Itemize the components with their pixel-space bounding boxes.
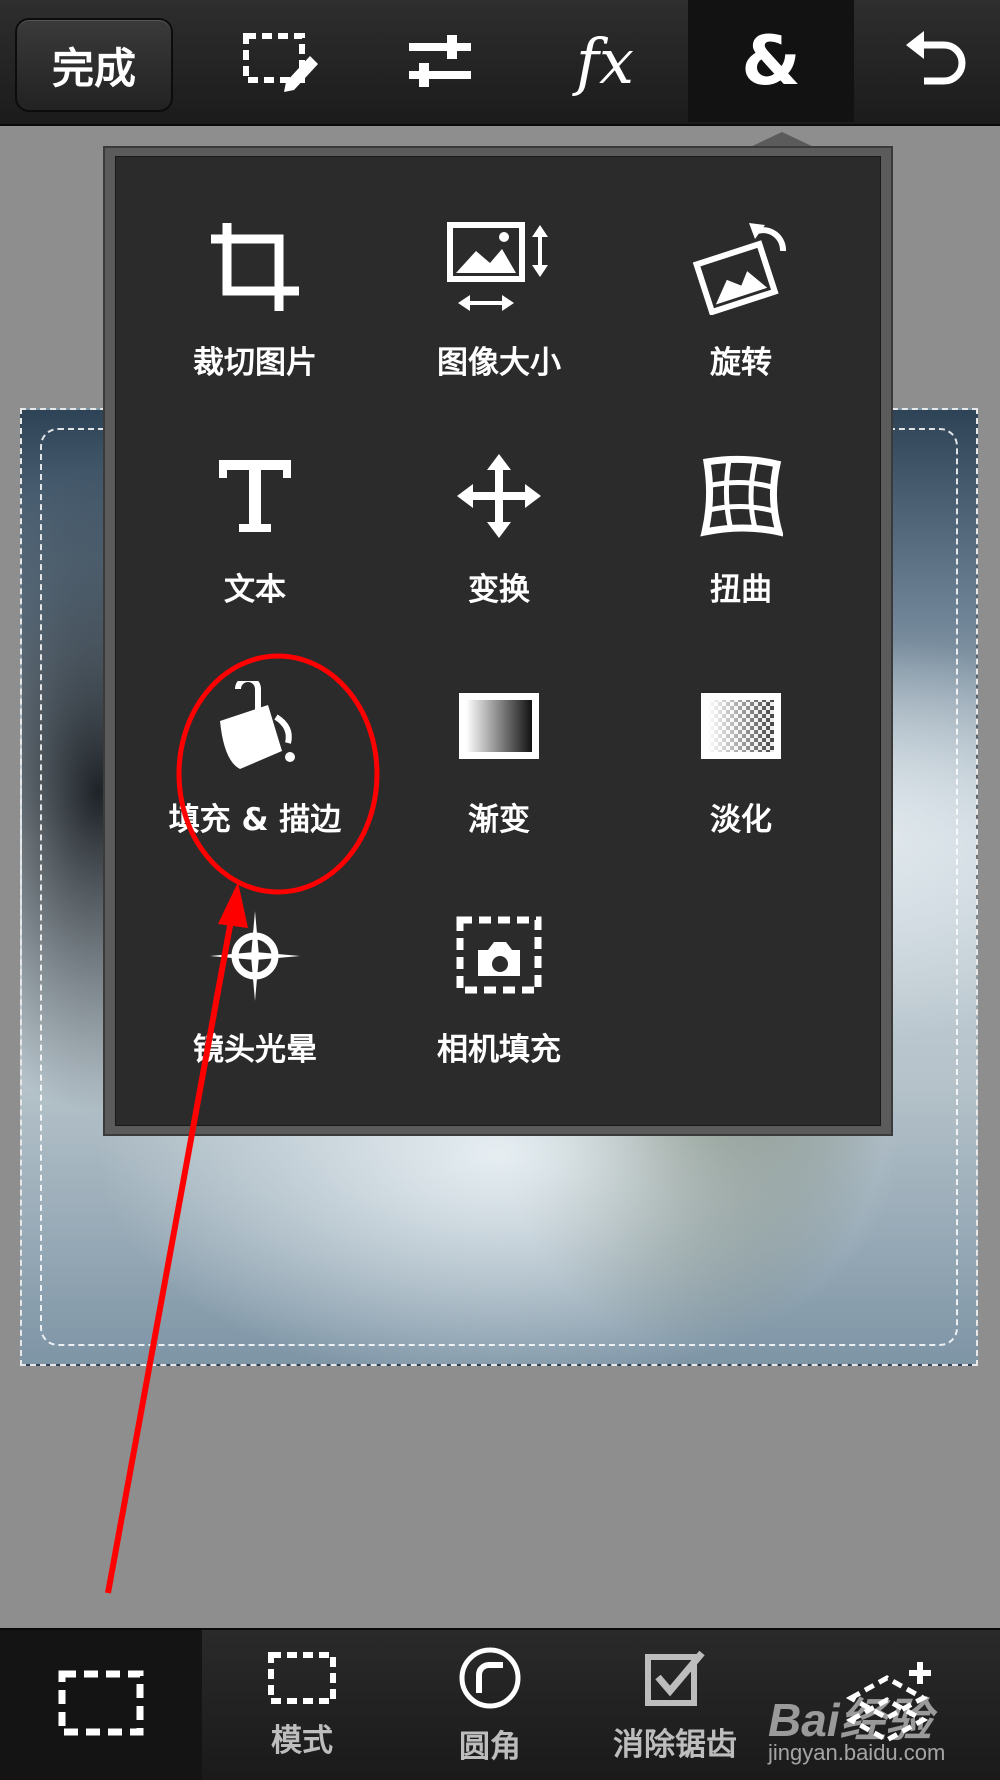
transform-icon: [444, 449, 554, 542]
top-toolbar: 完成 fx &: [0, 0, 1000, 126]
menu-item-camera-fill[interactable]: 相机填充: [380, 847, 618, 1069]
menu-item-rotate[interactable]: 旋转: [622, 157, 860, 381]
tools-menu: 裁切图片 图像大小 旋转 文本 变换 扭曲 填充 & 描边 渐变 淡化 镜头光晕…: [115, 156, 881, 1126]
ampersand-icon[interactable]: &: [688, 0, 854, 122]
mode-button[interactable]: 模式: [204, 1630, 400, 1780]
rounded-corner-label: 圆角: [459, 1728, 521, 1765]
menu-item-label: 扭曲: [710, 572, 772, 608]
distort-icon: [686, 449, 796, 542]
menu-item-label: 旋转: [710, 345, 772, 381]
mode-icon: [267, 1651, 337, 1709]
rounded-corner-icon: [457, 1645, 523, 1715]
fade-icon: [686, 679, 796, 772]
selection-edit-icon[interactable]: [215, 0, 345, 122]
camera-fill-icon: [444, 909, 554, 1002]
menu-item-fade[interactable]: 淡化: [622, 617, 860, 839]
menu-item-label: 文本: [224, 572, 286, 608]
mode-label: 模式: [271, 1722, 333, 1759]
selection-tool-button[interactable]: [0, 1630, 202, 1780]
menu-item-fill-stroke[interactable]: 填充 & 描边: [136, 617, 374, 839]
rotate-icon: [686, 219, 796, 315]
lens-flare-icon: [200, 909, 310, 1002]
done-button[interactable]: 完成: [15, 18, 173, 112]
menu-item-label: 镜头光晕: [193, 1032, 317, 1068]
menu-item-label: 渐变: [468, 802, 530, 838]
menu-item-image-size[interactable]: 图像大小: [380, 157, 618, 381]
antialias-button[interactable]: 消除锯齿: [580, 1630, 770, 1780]
gradient-icon: [444, 679, 554, 772]
menu-item-label: 淡化: [710, 802, 772, 838]
menu-item-lens-flare[interactable]: 镜头光晕: [136, 847, 374, 1069]
menu-item-label: 裁切图片: [193, 345, 317, 381]
selection-icon: [58, 1670, 144, 1740]
rounded-corner-button[interactable]: 圆角: [400, 1630, 580, 1780]
menu-item-distort[interactable]: 扭曲: [622, 387, 860, 609]
menu-item-text[interactable]: 文本: [136, 387, 374, 609]
text-icon: [200, 449, 310, 542]
fx-icon[interactable]: fx: [540, 0, 670, 122]
fill-stroke-icon: [200, 679, 310, 772]
menu-item-label: 填充 & 描边: [168, 802, 342, 838]
antialias-icon: [642, 1647, 708, 1713]
menu-item-transform[interactable]: 变换: [380, 387, 618, 609]
image-size-icon: [444, 219, 554, 315]
baidu-watermark: Bai经验 jingyan.baidu.com: [762, 1640, 998, 1775]
menu-item-label: 相机填充: [437, 1032, 561, 1068]
undo-icon[interactable]: [870, 0, 1000, 122]
menu-item-gradient[interactable]: 渐变: [380, 617, 618, 839]
adjustments-icon[interactable]: [375, 0, 505, 122]
menu-item-label: 图像大小: [437, 345, 561, 381]
menu-item-label: 变换: [468, 572, 530, 608]
watermark-url: jingyan.baidu.com: [768, 1740, 946, 1765]
antialias-label: 消除锯齿: [613, 1726, 737, 1763]
crop-icon: [200, 219, 310, 315]
menu-item-crop[interactable]: 裁切图片: [136, 157, 374, 381]
